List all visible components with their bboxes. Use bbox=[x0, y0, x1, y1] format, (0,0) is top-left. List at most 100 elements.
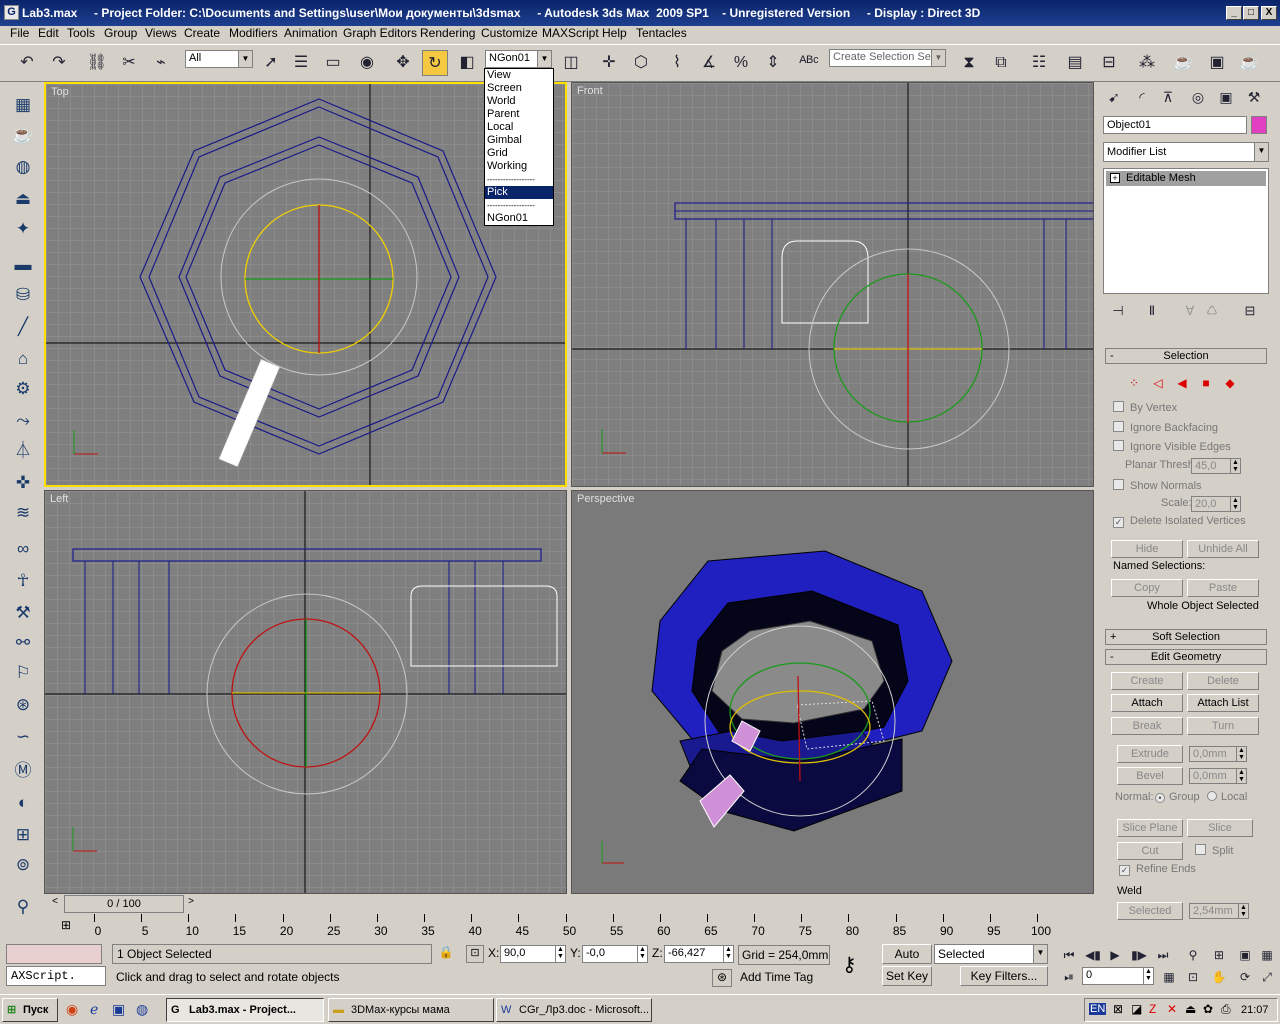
menu-animation[interactable]: Animation bbox=[284, 26, 337, 40]
display-tab-icon[interactable]: ▣ bbox=[1213, 84, 1239, 110]
stack-item-editable-mesh[interactable]: + Editable Mesh bbox=[1106, 171, 1266, 186]
copy-button[interactable]: Copy bbox=[1111, 579, 1183, 597]
ie-icon[interactable]: ℯ bbox=[90, 1001, 98, 1018]
extrude-icon[interactable]: ⌂ bbox=[10, 346, 36, 372]
normal-local-radio[interactable]: Local bbox=[1207, 791, 1247, 803]
maximize-viewport-icon[interactable]: ⤢ bbox=[1254, 964, 1280, 990]
snaps-toggle-icon[interactable]: ⌇ bbox=[664, 50, 690, 76]
chevron-left-icon[interactable]: < bbox=[48, 896, 62, 912]
messenger-icon[interactable]: ✿ bbox=[1203, 1002, 1213, 1016]
spline-ik-icon[interactable]: ∽ bbox=[10, 724, 36, 750]
volume-icon[interactable]: ◪ bbox=[1131, 1002, 1142, 1016]
star-shape-icon[interactable]: ✦ bbox=[10, 216, 36, 242]
slice-plane-button[interactable]: Slice Plane bbox=[1117, 819, 1183, 837]
absolute-mode-transform-icon[interactable]: ⊡ bbox=[466, 945, 484, 963]
sphere-icon[interactable]: ◍ bbox=[10, 154, 36, 180]
undo-icon[interactable]: ↶ bbox=[14, 50, 40, 76]
angle-snap-icon[interactable]: ∡ bbox=[696, 50, 722, 76]
vertex-subobject-icon[interactable]: ⁘ bbox=[1121, 370, 1147, 396]
hierarchy-tab-icon[interactable]: ⊼ bbox=[1155, 84, 1181, 110]
coord-option-parent[interactable]: Parent bbox=[485, 108, 553, 121]
line-tool-icon[interactable]: ╱ bbox=[10, 314, 36, 340]
viewport-front[interactable]: Front bbox=[571, 82, 1094, 487]
coord-option-gimbal[interactable]: Gimbal bbox=[485, 134, 553, 147]
antivirus-icon[interactable]: ✕ bbox=[1167, 1002, 1177, 1016]
safely-remove-icon[interactable]: ⏏ bbox=[1185, 1002, 1196, 1016]
menu-tools[interactable]: Tools bbox=[67, 26, 95, 40]
selection-filter-dropdown[interactable]: All ▼ bbox=[185, 50, 253, 68]
twist-icon[interactable]: ✜ bbox=[10, 470, 36, 496]
select-by-name-icon[interactable]: ☰ bbox=[288, 50, 314, 76]
remove-modifier-icon[interactable]: ♺ bbox=[1199, 298, 1225, 324]
cloth-icon[interactable]: Ⓜ bbox=[10, 758, 36, 784]
redo-icon[interactable]: ↷ bbox=[46, 50, 72, 76]
firefox-icon[interactable]: ◉ bbox=[66, 1001, 78, 1018]
maximize-button[interactable]: □ bbox=[1243, 6, 1259, 20]
spinner-arrows-icon[interactable]: ▲ ▼ bbox=[1143, 968, 1153, 984]
add-time-tag-button[interactable]: Add Time Tag bbox=[740, 970, 813, 984]
coord-option-screen[interactable]: Screen bbox=[485, 82, 553, 95]
window-crossing-icon[interactable]: ◉ bbox=[354, 50, 380, 76]
element-subobject-icon[interactable]: ◆ bbox=[1217, 370, 1243, 396]
bevel-button[interactable]: Bevel bbox=[1117, 767, 1183, 785]
scale-spinner[interactable]: 20,0 ▲ ▼ bbox=[1191, 496, 1241, 512]
key-icon[interactable]: ⚷ bbox=[842, 952, 857, 977]
language-indicator[interactable]: EN bbox=[1089, 1003, 1107, 1015]
create-button[interactable]: Create bbox=[1111, 672, 1183, 690]
chevron-right-icon[interactable]: > bbox=[184, 896, 198, 912]
key-mode-dropdown[interactable]: Selected ▼ bbox=[934, 944, 1048, 964]
coord-option-local[interactable]: Local bbox=[485, 121, 553, 134]
menu-edit[interactable]: Edit bbox=[38, 26, 59, 40]
play-icon[interactable]: ▶ bbox=[1102, 942, 1128, 968]
polygon-subobject-icon[interactable]: ■ bbox=[1193, 370, 1219, 396]
zone-alarm-icon[interactable]: Z bbox=[1149, 1002, 1156, 1016]
menu-group[interactable]: Group bbox=[104, 26, 137, 40]
named-selection-set-dropdown[interactable]: Create Selection Set ▼ bbox=[829, 49, 946, 67]
dummy-icon[interactable]: ⚐ bbox=[10, 660, 36, 686]
motion-tab-icon[interactable]: ◎ bbox=[1185, 84, 1211, 110]
select-and-link-icon[interactable]: ⛓ bbox=[84, 50, 110, 76]
spinner-arrows-icon[interactable]: ▲ ▼ bbox=[1236, 747, 1246, 761]
extrude-spinner[interactable]: 0,0mm ▲ ▼ bbox=[1189, 746, 1247, 762]
unhide-all-button[interactable]: Unhide All bbox=[1187, 540, 1259, 558]
render-setup-icon[interactable]: ☕ bbox=[1170, 50, 1196, 76]
weld-selected-button[interactable]: Selected bbox=[1117, 902, 1183, 920]
select-and-move-icon[interactable]: ✥ bbox=[390, 50, 416, 76]
select-object-icon[interactable]: ➚ bbox=[258, 50, 284, 76]
menu-views[interactable]: Views bbox=[145, 26, 177, 40]
turn-button[interactable]: Turn bbox=[1187, 717, 1259, 735]
layer-manager-icon[interactable]: ☷ bbox=[1026, 50, 1052, 76]
cut-button[interactable]: Cut bbox=[1117, 842, 1183, 860]
close-button[interactable]: X bbox=[1261, 6, 1277, 20]
utilities-tab-icon[interactable]: ⚒ bbox=[1241, 84, 1267, 110]
planar-thresh-spinner[interactable]: 45,0 ▲ ▼ bbox=[1191, 458, 1241, 474]
edit-geometry-rollout-header[interactable]: - Edit Geometry bbox=[1105, 649, 1267, 665]
coord-option-world[interactable]: World bbox=[485, 95, 553, 108]
auto-key-button[interactable]: Auto Key bbox=[882, 944, 932, 979]
path-constraint-icon[interactable]: ⊛ bbox=[10, 692, 36, 718]
pan-icon[interactable]: ✋ bbox=[1206, 964, 1232, 990]
coord-option-view[interactable]: View bbox=[485, 69, 553, 82]
menu-rendering[interactable]: Rendering bbox=[420, 26, 475, 40]
flex-icon[interactable]: ⊞ bbox=[10, 822, 36, 848]
plane-icon[interactable]: ▬ bbox=[10, 252, 36, 278]
unlink-icon[interactable]: ✂ bbox=[116, 50, 142, 76]
show-desktop-icon[interactable]: ▣ bbox=[112, 1001, 125, 1018]
coord-option-working[interactable]: Working bbox=[485, 160, 553, 173]
time-slider-thumb[interactable]: 0 / 100 bbox=[64, 895, 184, 913]
attach-list-button[interactable]: Attach List bbox=[1187, 694, 1259, 712]
region-zoom-icon[interactable]: ⊡ bbox=[1180, 964, 1206, 990]
pivot-center-icon[interactable]: ◫ bbox=[558, 50, 584, 76]
menu-file[interactable]: File bbox=[10, 26, 29, 40]
selection-rollout-header[interactable]: - Selection bbox=[1105, 348, 1267, 364]
percent-snap-icon[interactable]: % bbox=[728, 50, 754, 76]
break-button[interactable]: Break bbox=[1111, 717, 1183, 735]
menu-modifiers[interactable]: Modifiers bbox=[229, 26, 278, 40]
track-bar[interactable]: ⊞ 0 5 10 15 20 25 30 35 40 45 50 55 60 65 70 75 80 85 90 95… bbox=[44, 914, 1097, 942]
ik-chain-icon[interactable]: ⚯ bbox=[10, 630, 36, 656]
ignore-backfacing-checkbox[interactable]: Ignore Backfacing bbox=[1113, 421, 1218, 434]
slice-button[interactable]: Slice bbox=[1187, 819, 1253, 837]
menu-customize[interactable]: Customize bbox=[481, 26, 538, 40]
media-player-icon[interactable]: ◍ bbox=[136, 1001, 148, 1018]
cone-icon[interactable]: ⏏ bbox=[10, 186, 36, 212]
